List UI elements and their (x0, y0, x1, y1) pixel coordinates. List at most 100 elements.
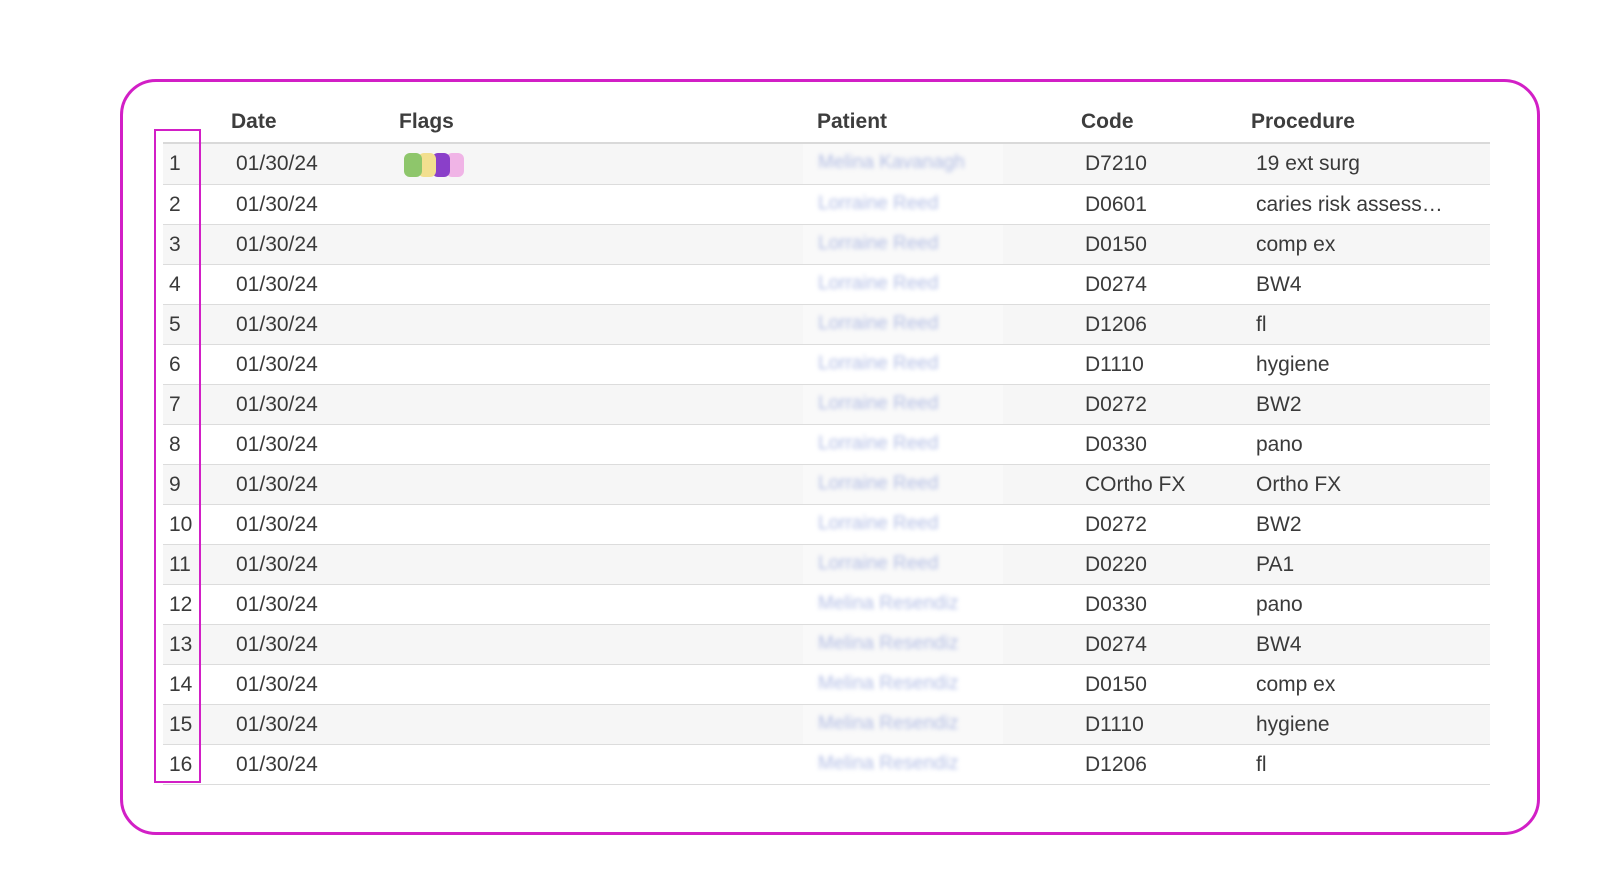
table-row[interactable]: 11 01/30/24 Lorraine Reed D0220 PA1 (163, 545, 1490, 585)
row-number-cell: 14 (169, 673, 193, 696)
code-cell: D1206 (1085, 313, 1147, 336)
patient-cell: Lorraine Reed (818, 473, 939, 494)
table-row[interactable]: 3 01/30/24 Lorraine Reed D0150 comp ex (163, 225, 1490, 265)
flag-chip[interactable] (404, 153, 422, 177)
flags-cell (404, 153, 464, 177)
row-number-cell: 16 (169, 753, 193, 776)
date-cell: 01/30/24 (236, 593, 318, 616)
row-number-cell: 4 (169, 273, 181, 296)
table-row[interactable]: 2 01/30/24 Lorraine Reed D0601 caries risk a… (163, 185, 1490, 225)
row-number-cell: 11 (169, 553, 191, 576)
code-cell: D1206 (1085, 753, 1147, 776)
table-row[interactable]: 5 01/30/24 Lorraine Reed D1206 fl (163, 305, 1490, 345)
row-number-cell: 2 (169, 193, 181, 216)
code-cell: D0274 (1085, 633, 1147, 656)
row-number-cell: 7 (169, 393, 181, 416)
procedure-cell: caries risk assess… (1256, 193, 1443, 216)
table-row[interactable]: 8 01/30/24 Lorraine Reed D0330 pano (163, 425, 1490, 465)
date-cell: 01/30/24 (236, 473, 318, 496)
code-cell: D0601 (1085, 193, 1147, 216)
table-header: Date Flags Patient Code Procedure (163, 100, 1490, 144)
patient-cell: Lorraine Reed (818, 433, 939, 454)
code-cell: D0150 (1085, 233, 1147, 256)
code-cell: D7210 (1085, 152, 1147, 175)
patient-cell: Melina Resendiz (818, 673, 959, 694)
date-cell: 01/30/24 (236, 553, 318, 576)
patient-cell: Melina Resendiz (818, 713, 959, 734)
code-cell: D1110 (1085, 353, 1144, 376)
header-patient[interactable]: Patient (817, 110, 887, 134)
code-cell: COrtho FX (1085, 473, 1186, 496)
table-body: 1 01/30/24 Melina Kavanagh D7210 19 ext surg… (163, 144, 1490, 785)
patient-cell: Lorraine Reed (818, 193, 939, 214)
code-cell: D1110 (1085, 713, 1144, 736)
procedure-cell: BW4 (1256, 633, 1302, 656)
patient-cell: Lorraine Reed (818, 353, 939, 374)
header-flags[interactable]: Flags (399, 110, 454, 134)
procedure-cell: fl (1256, 753, 1267, 776)
procedure-cell: PA1 (1256, 553, 1295, 576)
header-procedure[interactable]: Procedure (1251, 110, 1355, 134)
patient-cell: Melina Resendiz (818, 633, 959, 654)
procedure-cell: pano (1256, 433, 1303, 456)
date-cell: 01/30/24 (236, 393, 318, 416)
row-number-cell: 15 (169, 713, 193, 736)
table-row[interactable]: 15 01/30/24 Melina Resendiz D1110 hygiene (163, 705, 1490, 745)
table-row[interactable]: 4 01/30/24 Lorraine Reed D0274 BW4 (163, 265, 1490, 305)
row-number-cell: 8 (169, 433, 181, 456)
table-row[interactable]: 10 01/30/24 Lorraine Reed D0272 BW2 (163, 505, 1490, 545)
date-cell: 01/30/24 (236, 152, 318, 175)
table-row[interactable]: 12 01/30/24 Melina Resendiz D0330 pano (163, 585, 1490, 625)
procedure-cell: 19 ext surg (1256, 152, 1360, 175)
table-row[interactable]: 14 01/30/24 Melina Resendiz D0150 comp ex (163, 665, 1490, 705)
procedure-cell: BW4 (1256, 273, 1302, 296)
code-cell: D0150 (1085, 673, 1147, 696)
patient-cell: Lorraine Reed (818, 313, 939, 334)
patient-cell: Melina Resendiz (818, 753, 959, 774)
table-row[interactable]: 1 01/30/24 Melina Kavanagh D7210 19 ext surg (163, 144, 1490, 185)
code-cell: D0330 (1085, 433, 1147, 456)
date-cell: 01/30/24 (236, 513, 318, 536)
date-cell: 01/30/24 (236, 433, 318, 456)
procedure-cell: Ortho FX (1256, 473, 1342, 496)
table-row[interactable]: 16 01/30/24 Melina Resendiz D1206 fl (163, 745, 1490, 785)
table-row[interactable]: 6 01/30/24 Lorraine Reed D1110 hygiene (163, 345, 1490, 385)
procedure-cell: comp ex (1256, 673, 1336, 696)
date-cell: 01/30/24 (236, 753, 318, 776)
date-cell: 01/30/24 (236, 353, 318, 376)
row-number-cell: 10 (169, 513, 193, 536)
patient-cell: Lorraine Reed (818, 553, 939, 574)
code-cell: D0220 (1085, 553, 1147, 576)
patient-cell: Lorraine Reed (818, 513, 939, 534)
date-cell: 01/30/24 (236, 633, 318, 656)
code-cell: D0272 (1085, 393, 1147, 416)
procedure-cell: hygiene (1256, 713, 1330, 736)
row-number-cell: 1 (169, 152, 181, 175)
table-row[interactable]: 13 01/30/24 Melina Resendiz D0274 BW4 (163, 625, 1490, 665)
procedure-cell: pano (1256, 593, 1303, 616)
patient-cell: Melina Kavanagh (818, 152, 965, 173)
procedure-cell: comp ex (1256, 233, 1336, 256)
patient-cell: Lorraine Reed (818, 393, 939, 414)
row-number-cell: 3 (169, 233, 181, 256)
procedures-table: Date Flags Patient Code Procedure 1 01/30… (163, 100, 1490, 785)
patient-cell: Lorraine Reed (818, 273, 939, 294)
date-cell: 01/30/24 (236, 713, 318, 736)
procedure-cell: fl (1256, 313, 1267, 336)
header-date[interactable]: Date (231, 110, 277, 134)
procedure-cell: BW2 (1256, 513, 1302, 536)
row-number-cell: 9 (169, 473, 181, 496)
row-number-cell: 6 (169, 353, 181, 376)
date-cell: 01/30/24 (236, 273, 318, 296)
patient-cell: Lorraine Reed (818, 233, 939, 254)
date-cell: 01/30/24 (236, 313, 318, 336)
header-code[interactable]: Code (1081, 110, 1134, 134)
date-cell: 01/30/24 (236, 193, 318, 216)
code-cell: D0330 (1085, 593, 1147, 616)
patient-cell: Melina Resendiz (818, 593, 959, 614)
code-cell: D0274 (1085, 273, 1147, 296)
row-number-cell: 13 (169, 633, 193, 656)
code-cell: D0272 (1085, 513, 1147, 536)
table-row[interactable]: 9 01/30/24 Lorraine Reed COrtho FX Ortho FX (163, 465, 1490, 505)
table-row[interactable]: 7 01/30/24 Lorraine Reed D0272 BW2 (163, 385, 1490, 425)
